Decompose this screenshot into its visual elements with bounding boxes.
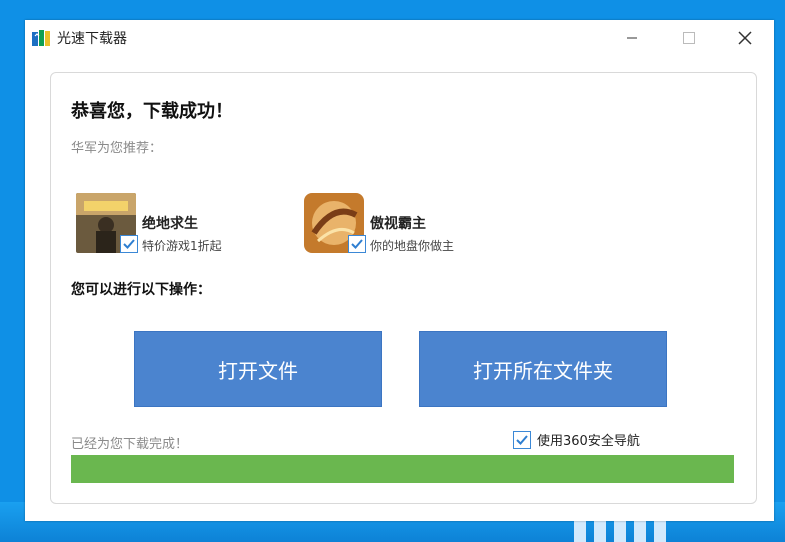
checkmark-icon	[123, 239, 135, 249]
checkmark-icon	[351, 239, 363, 249]
open-file-button[interactable]: 打开文件	[134, 331, 382, 407]
recommendation-checkbox[interactable]	[348, 235, 366, 253]
recommendation-desc: 特价游戏1折起	[142, 239, 222, 253]
minimize-icon	[627, 37, 637, 39]
maximize-icon	[683, 32, 695, 44]
content-panel: 恭喜您，下载成功！ 华军为您推荐： 绝地求生 特价游戏1折起 傲视霸主 你的地盘…	[50, 72, 757, 504]
app-icon	[31, 28, 51, 48]
operations-label: 您可以进行以下操作：	[71, 282, 211, 298]
nav-option-label[interactable]: 使用360安全导航	[537, 430, 640, 449]
download-complete-text: 已经为您下载完成！	[71, 437, 189, 452]
recommendation-desc: 你的地盘你做主	[370, 239, 455, 253]
maximize-button[interactable]	[677, 26, 701, 50]
download-progress-bar	[71, 455, 734, 483]
success-headline: 恭喜您，下载成功！	[71, 101, 233, 122]
recommendation-name: 绝地求生	[142, 216, 198, 232]
recommendation-name: 傲视霸主	[370, 216, 426, 232]
recommendation-item[interactable]: 傲视霸主 你的地盘你做主	[304, 193, 504, 255]
close-icon	[738, 31, 752, 45]
close-button[interactable]	[733, 26, 757, 50]
checkmark-icon	[516, 435, 528, 445]
recommendation-item[interactable]: 绝地求生 特价游戏1折起	[76, 193, 276, 255]
desktop-decoration	[574, 520, 714, 542]
recommendation-checkbox[interactable]	[120, 235, 138, 253]
open-folder-button[interactable]: 打开所在文件夹	[419, 331, 667, 407]
window-title: 光速下载器	[57, 31, 127, 47]
minimize-button[interactable]	[620, 26, 644, 50]
nav-option-checkbox[interactable]	[513, 431, 531, 449]
recommend-label: 华军为您推荐：	[71, 141, 163, 156]
downloader-window: 光速下载器 恭喜您，下载成功！ 华军为您推荐： 绝地求生 特价游戏1折起 傲视霸…	[25, 20, 774, 521]
title-bar[interactable]: 光速下载器	[25, 20, 774, 56]
progress-fill	[71, 455, 734, 483]
